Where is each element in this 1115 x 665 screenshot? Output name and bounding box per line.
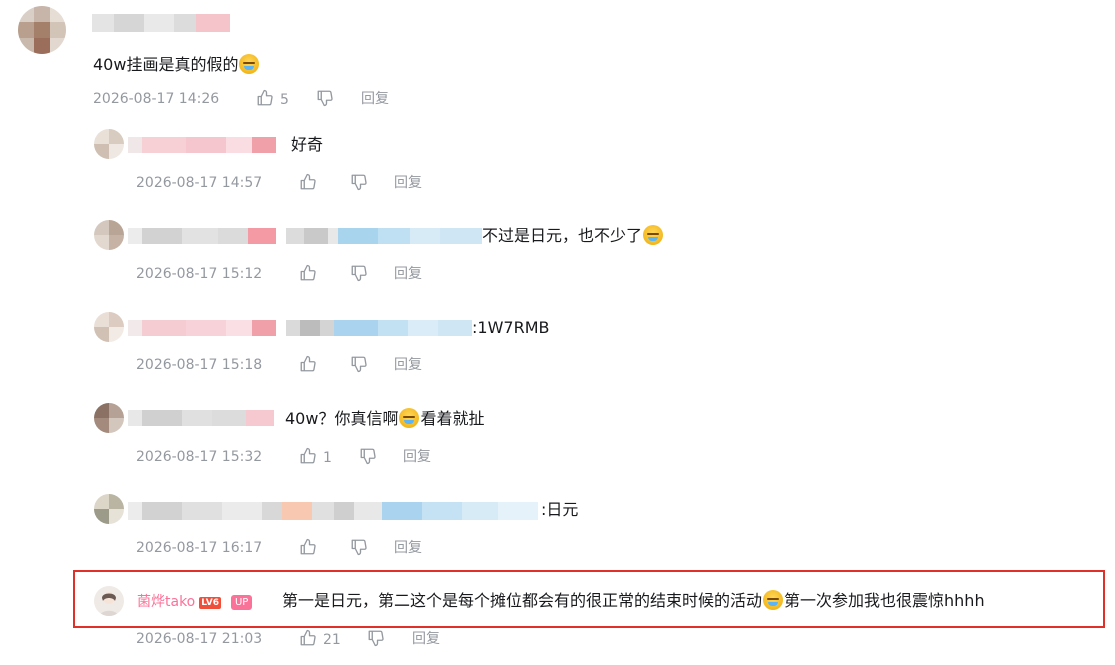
- thumbs-up-icon: [300, 173, 316, 190]
- reply-text-tail: 看着就扯: [420, 409, 485, 428]
- dislike-button[interactable]: [367, 629, 385, 650]
- thumbs-up-icon: [300, 629, 316, 646]
- reply-text: :1W7RMB: [472, 318, 550, 337]
- reply-button[interactable]: 回复: [403, 447, 431, 467]
- uploader-header: 菌烨tako LV6 UP: [137, 591, 253, 611]
- thumbs-down-icon: [317, 90, 333, 107]
- like-count: 21: [323, 632, 341, 648]
- like-count: 5: [280, 92, 289, 108]
- mention-blurred[interactable]: [286, 320, 472, 336]
- dislike-button[interactable]: [350, 538, 368, 559]
- thumbs-down-icon: [351, 356, 367, 373]
- reply-button[interactable]: 回复: [394, 264, 422, 284]
- laughing-crying-emoji-icon: [239, 54, 260, 74]
- comment-text-body: 40w挂画是真的假的: [93, 55, 239, 74]
- reply-meta: 2026-08-17 21:03 21 回复: [136, 629, 456, 649]
- thumbs-up-icon: [300, 538, 316, 555]
- thumbs-down-icon: [351, 174, 367, 191]
- laughing-crying-emoji-icon: [643, 225, 664, 245]
- username-blurred[interactable]: [128, 320, 276, 336]
- reply-text-body: 第一是日元，第二这个是每个摊位都会有的很正常的结束时候的活动: [282, 591, 763, 610]
- up-badge: UP: [230, 595, 253, 610]
- username-blurred[interactable]: [128, 410, 274, 426]
- dislike-button[interactable]: [316, 89, 334, 110]
- thumbs-up-icon: [300, 264, 316, 281]
- thumbs-down-icon: [360, 448, 376, 465]
- avatar-image: [94, 586, 124, 616]
- avatar[interactable]: [18, 6, 66, 54]
- thumbs-down-icon: [351, 539, 367, 556]
- like-button[interactable]: 5: [256, 89, 289, 110]
- reply-text: 好奇: [291, 135, 324, 154]
- username[interactable]: 菌烨tako: [137, 594, 195, 610]
- timestamp: 2026-08-17 14:26: [93, 91, 220, 107]
- reply-meta: 2026-08-17 15:18 回复: [136, 355, 456, 375]
- laughing-crying-emoji-icon: [763, 590, 784, 610]
- avatar[interactable]: [94, 586, 124, 616]
- reply-button[interactable]: 回复: [412, 629, 440, 649]
- timestamp: 2026-08-17 15:32: [136, 449, 263, 465]
- thumbs-down-icon: [368, 630, 384, 647]
- reply-meta: 2026-08-17 16:17 回复: [136, 538, 456, 558]
- username-blurred[interactable]: [128, 502, 538, 520]
- reply-text: 40w？你真信啊 看着就扯: [285, 408, 484, 430]
- dislike-button[interactable]: [350, 173, 368, 194]
- reply-button[interactable]: 回复: [394, 538, 422, 558]
- timestamp: 2026-08-17 15:12: [136, 266, 263, 282]
- avatar[interactable]: [94, 403, 124, 433]
- username-blurred[interactable]: [128, 137, 276, 153]
- reply-text-body: 40w？你真信啊: [285, 409, 399, 428]
- reply-meta: 2026-08-17 14:57 回复: [136, 173, 456, 193]
- comment-text: 40w挂画是真的假的: [93, 54, 260, 76]
- thumbs-down-icon: [351, 265, 367, 282]
- level-badge: LV6: [199, 597, 221, 609]
- reply-text-body: 不过是日元，也不少了: [482, 226, 643, 245]
- reply-meta: 2026-08-17 15:32 1 回复: [136, 447, 456, 467]
- reply-button[interactable]: 回复: [394, 173, 422, 193]
- timestamp: 2026-08-17 16:17: [136, 540, 263, 556]
- comment-meta: 2026-08-17 14:26 5 回复: [93, 89, 413, 109]
- reply-button[interactable]: 回复: [361, 89, 389, 109]
- dislike-button[interactable]: [350, 355, 368, 376]
- reply-text: :日元: [541, 500, 579, 519]
- avatar[interactable]: [94, 312, 124, 342]
- like-button[interactable]: [299, 264, 323, 285]
- reply-button[interactable]: 回复: [394, 355, 422, 375]
- reply-text-tail: 第一次参加我也很震惊hhhh: [784, 591, 985, 610]
- username-blurred[interactable]: [128, 228, 276, 244]
- like-button[interactable]: 1: [299, 447, 332, 468]
- reply-meta: 2026-08-17 15:12 回复: [136, 264, 456, 284]
- thumbs-up-icon: [257, 89, 273, 106]
- like-button[interactable]: [299, 538, 323, 559]
- dislike-button[interactable]: [359, 447, 377, 468]
- laughing-crying-emoji-icon: [399, 408, 420, 428]
- like-count: 1: [323, 450, 332, 466]
- dislike-button[interactable]: [350, 264, 368, 285]
- timestamp: 2026-08-17 21:03: [136, 631, 263, 647]
- mention-blurred[interactable]: [286, 228, 482, 244]
- like-button[interactable]: [299, 173, 323, 194]
- reply-text: 不过是日元，也不少了: [482, 225, 664, 247]
- like-button[interactable]: [299, 355, 323, 376]
- avatar[interactable]: [94, 220, 124, 250]
- avatar[interactable]: [94, 494, 124, 524]
- reply-text: 第一是日元，第二这个是每个摊位都会有的很正常的结束时候的活动 第一次参加我也很震惊…: [282, 590, 985, 612]
- timestamp: 2026-08-17 14:57: [136, 175, 263, 191]
- avatar[interactable]: [94, 129, 124, 159]
- username-blurred[interactable]: [92, 14, 230, 32]
- thumbs-up-icon: [300, 447, 316, 464]
- timestamp: 2026-08-17 15:18: [136, 357, 263, 373]
- like-button[interactable]: 21: [299, 629, 341, 650]
- thumbs-up-icon: [300, 355, 316, 372]
